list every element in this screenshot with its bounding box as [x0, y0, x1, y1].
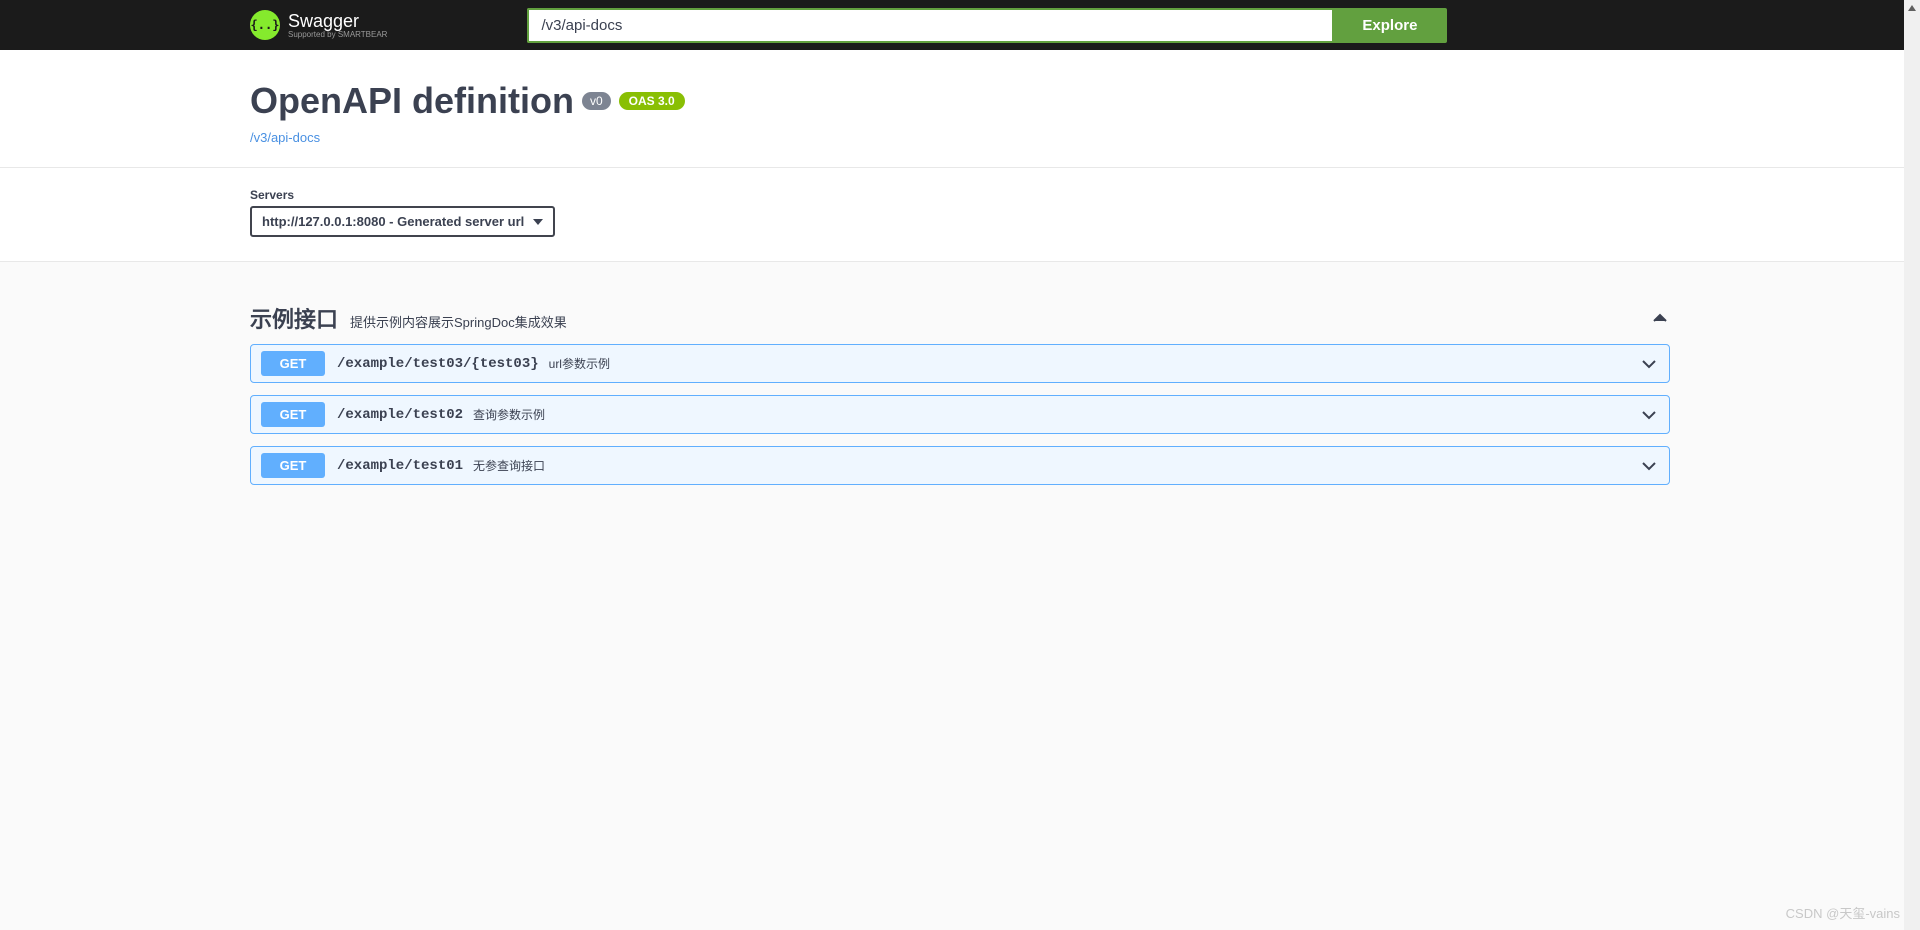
info-section: OpenAPI definition v0 OAS 3.0 /v3/api-do… — [0, 50, 1920, 168]
http-method-badge: GET — [261, 453, 325, 478]
operation-summary: url参数示例 — [549, 355, 610, 372]
api-docs-url-input[interactable] — [527, 8, 1332, 43]
topbar: {..} Swagger Supported by SMARTBEAR Expl… — [0, 0, 1920, 50]
operation-summary: 查询参数示例 — [473, 406, 545, 423]
url-input-group: Explore — [527, 8, 1447, 43]
version-badge: v0 — [582, 92, 611, 110]
operation-path: /example/test02 — [337, 407, 463, 423]
watermark: CSDN @天玺-vains — [1786, 903, 1900, 922]
chevron-up-icon — [1650, 308, 1670, 328]
chevron-down-icon — [1639, 405, 1659, 425]
operation-path: /example/test03/{test03} — [337, 356, 539, 372]
tag-description: 提供示例内容展示SpringDoc集成效果 — [350, 312, 567, 331]
scrollbar-up-icon[interactable] — [1904, 0, 1920, 16]
tag-section: 示例接口 提供示例内容展示SpringDoc集成效果 GET /example/… — [250, 292, 1670, 517]
operation-row[interactable]: GET /example/test01 无参查询接口 — [250, 446, 1670, 485]
http-method-badge: GET — [261, 402, 325, 427]
operation-summary: 无参查询接口 — [473, 457, 545, 474]
explore-button[interactable]: Explore — [1332, 8, 1447, 43]
operation-row[interactable]: GET /example/test03/{test03} url参数示例 — [250, 344, 1670, 383]
topbar-wrapper: {..} Swagger Supported by SMARTBEAR Expl… — [230, 8, 1690, 43]
servers-select[interactable]: http://127.0.0.1:8080 - Generated server… — [250, 206, 555, 237]
logo[interactable]: {..} Swagger Supported by SMARTBEAR — [250, 10, 387, 40]
swagger-logo-icon: {..} — [250, 10, 280, 40]
http-method-badge: GET — [261, 351, 325, 376]
logo-text: Swagger — [288, 11, 387, 32]
title-row: OpenAPI definition v0 OAS 3.0 — [250, 80, 1670, 122]
api-title: OpenAPI definition — [250, 80, 574, 122]
servers-section: Servers http://127.0.0.1:8080 - Generate… — [0, 168, 1920, 262]
logo-text-block: Swagger Supported by SMARTBEAR — [288, 11, 387, 39]
chevron-down-icon — [1639, 456, 1659, 476]
operation-row[interactable]: GET /example/test02 查询参数示例 — [250, 395, 1670, 434]
logo-subtext: Supported by SMARTBEAR — [288, 30, 387, 39]
api-docs-link[interactable]: /v3/api-docs — [250, 130, 320, 145]
tag-header[interactable]: 示例接口 提供示例内容展示SpringDoc集成效果 — [250, 292, 1670, 344]
operation-path: /example/test01 — [337, 458, 463, 474]
page-scrollbar[interactable] — [1904, 0, 1920, 930]
oas-badge: OAS 3.0 — [619, 92, 685, 110]
servers-label: Servers — [250, 188, 1670, 202]
tag-name: 示例接口 — [250, 302, 338, 334]
chevron-down-icon — [1639, 354, 1659, 374]
